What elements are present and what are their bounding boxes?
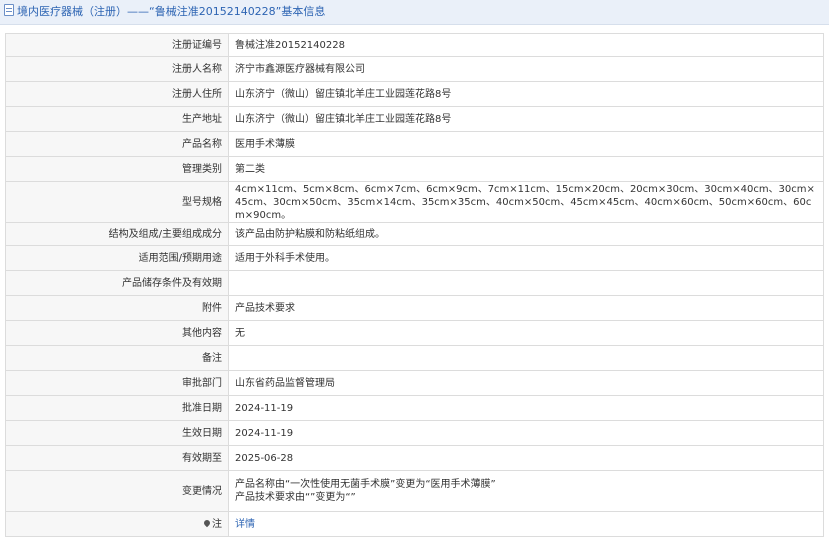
field-label: 注册人住所: [5, 81, 229, 107]
table-row: 生效日期 2024-11-19: [5, 420, 824, 446]
change-record: 产品名称由“一次性使用无菌手术膜”变更为“医用手术薄膜” 产品技术要求由“”变更…: [228, 470, 824, 512]
table-row: 审批部门 山东省药品监督管理局: [5, 370, 824, 396]
table-row: 有效期至 2025-06-28: [5, 445, 824, 471]
table-row: 注册人名称 济宁市鑫源医疗器械有限公司: [5, 56, 824, 82]
field-value: 无: [228, 320, 824, 346]
document-icon: [4, 4, 14, 16]
field-label: 管理类别: [5, 156, 229, 182]
change-line: 产品技术要求由“”变更为“”: [235, 492, 356, 503]
table-row: 适用范围/预期用途 适用于外科手术使用。: [5, 245, 824, 271]
field-label: 其他内容: [5, 320, 229, 346]
field-label: 附件: [5, 295, 229, 321]
table-row: 管理类别 第二类: [5, 156, 824, 182]
table-row: 注册人住所 山东济宁（微山）留庄镇北羊庄工业园莲花路8号: [5, 81, 824, 107]
pin-icon: [202, 518, 212, 527]
table-row: 生产地址 山东济宁（微山）留庄镇北羊庄工业园莲花路8号: [5, 106, 824, 132]
field-label: 产品名称: [5, 131, 229, 157]
breadcrumb-separator: ——: [127, 5, 149, 18]
field-value: 济宁市鑫源医疗器械有限公司: [228, 56, 824, 82]
field-value: 山东省药品监督管理局: [228, 370, 824, 396]
field-value: 4cm×11cm、5cm×8cm、6cm×7cm、6cm×9cm、7cm×11c…: [228, 181, 824, 223]
table-row: 产品储存条件及有效期: [5, 270, 824, 296]
field-label: 注册证编号: [5, 33, 229, 57]
table-row: 变更情况 产品名称由“一次性使用无菌手术膜”变更为“医用手术薄膜” 产品技术要求…: [5, 470, 824, 512]
field-value: 医用手术薄膜: [228, 131, 824, 157]
page-title: “鲁械注准20152140228”基本信息: [149, 5, 326, 18]
field-label: 适用范围/预期用途: [5, 245, 229, 271]
table-row: 备注: [5, 345, 824, 371]
registration-info-table: 注册证编号 鲁械注准20152140228 注册人名称 济宁市鑫源医疗器械有限公…: [5, 33, 824, 537]
field-value: 2024-11-19: [228, 395, 824, 421]
field-label: 型号规格: [5, 181, 229, 223]
field-value: 鲁械注准20152140228: [228, 33, 824, 57]
field-value: 适用于外科手术使用。: [228, 245, 824, 271]
field-label: 有效期至: [5, 445, 229, 471]
table-row: 型号规格 4cm×11cm、5cm×8cm、6cm×7cm、6cm×9cm、7c…: [5, 181, 824, 223]
field-label: 审批部门: [5, 370, 229, 396]
field-value: [228, 270, 824, 296]
field-value: 该产品由防护粘膜和防粘纸组成。: [228, 222, 824, 246]
table-row: 结构及组成/主要组成成分 该产品由防护粘膜和防粘纸组成。: [5, 222, 824, 246]
breadcrumb: 境内医疗器械（注册）——“鲁械注准20152140228”基本信息: [0, 0, 829, 25]
field-label: 生产地址: [5, 106, 229, 132]
field-label: 批准日期: [5, 395, 229, 421]
table-row: 注 详情: [5, 511, 824, 537]
field-value: 2024-11-19: [228, 420, 824, 446]
table-row: 注册证编号 鲁械注准20152140228: [5, 33, 824, 57]
field-value: 2025-06-28: [228, 445, 824, 471]
table-row: 产品名称 医用手术薄膜: [5, 131, 824, 157]
field-label: 产品储存条件及有效期: [5, 270, 229, 296]
field-value: 详情: [228, 511, 824, 537]
field-label: 注: [5, 511, 229, 537]
field-label: 注册人名称: [5, 56, 229, 82]
field-label: 变更情况: [5, 470, 229, 512]
table-row: 批准日期 2024-11-19: [5, 395, 824, 421]
field-label: 备注: [5, 345, 229, 371]
table-row: 其他内容 无: [5, 320, 824, 346]
field-label: 结构及组成/主要组成成分: [5, 222, 229, 246]
note-label: 注: [212, 518, 222, 530]
details-link[interactable]: 详情: [235, 519, 255, 530]
field-value: 产品技术要求: [228, 295, 824, 321]
field-label: 生效日期: [5, 420, 229, 446]
field-value: 第二类: [228, 156, 824, 182]
field-value: [228, 345, 824, 371]
field-value: 山东济宁（微山）留庄镇北羊庄工业园莲花路8号: [228, 106, 824, 132]
change-line: 产品名称由“一次性使用无菌手术膜”变更为“医用手术薄膜”: [235, 479, 496, 490]
table-row: 附件 产品技术要求: [5, 295, 824, 321]
breadcrumb-root[interactable]: 境内医疗器械（注册）: [17, 5, 127, 18]
field-value: 山东济宁（微山）留庄镇北羊庄工业园莲花路8号: [228, 81, 824, 107]
